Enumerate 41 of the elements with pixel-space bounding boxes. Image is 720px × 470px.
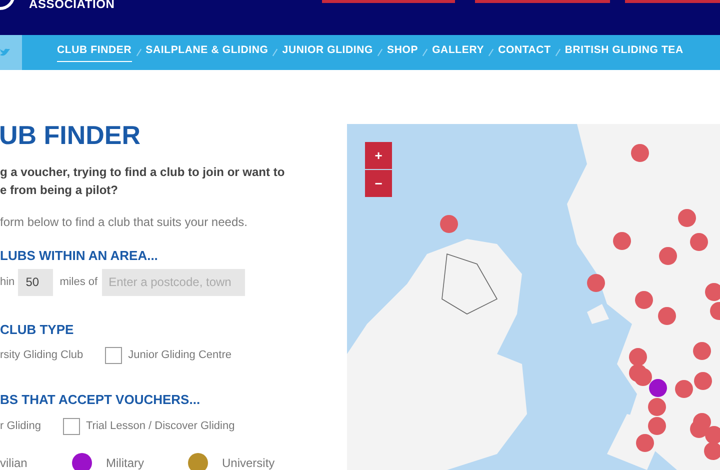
section-heading: BS THAT ACCEPT VOUCHERS...	[0, 391, 202, 409]
option-label[interactable]: r Gliding	[0, 418, 41, 434]
slash-icon	[422, 48, 428, 57]
instruction-text: form below to find a club that suits your needs.	[0, 214, 248, 231]
nav-link[interactable]: SAILPLANE & GLIDING	[146, 42, 268, 62]
option-label[interactable]: Junior Gliding Centre	[128, 347, 232, 364]
zoom-out-button[interactable]: −	[365, 170, 392, 197]
legend-label: vilian	[0, 454, 28, 470]
intro-text: e from being a pilot?	[0, 182, 120, 199]
miles-label: miles of	[60, 274, 98, 290]
postcode-field[interactable]: Enter a postcode, town	[102, 268, 245, 296]
section-heading: LUBS WITHIN AN AREA...	[0, 247, 159, 265]
nav-link[interactable]: SHOP	[387, 42, 418, 62]
section-heading: CLUB TYPE	[0, 320, 75, 338]
nav-link[interactable]: JUNIOR GLIDING	[282, 42, 374, 62]
checkbox[interactable]	[62, 418, 80, 434]
header-tab[interactable]	[625, 0, 720, 3]
within-label: hin	[0, 274, 15, 290]
slash-icon	[488, 48, 494, 57]
slash-icon	[272, 48, 278, 57]
checkbox[interactable]	[105, 347, 122, 364]
slash-icon	[377, 48, 384, 57]
option-label[interactable]: Trial Lesson / Discover Gliding	[86, 418, 235, 434]
nav-link[interactable]: GALLERY	[432, 42, 484, 62]
miles-field[interactable]: 50	[18, 268, 53, 296]
twitter-button[interactable]	[0, 35, 22, 70]
bird-icon	[0, 48, 10, 57]
page-title: UB FINDER	[0, 122, 142, 148]
legend-label: University	[222, 454, 275, 470]
header-tab[interactable]	[475, 0, 610, 3]
intro-text: g a voucher, trying to find a club to join or want to	[0, 164, 286, 181]
slash-icon	[554, 48, 561, 57]
legend-label: Military	[106, 454, 144, 470]
nav-link[interactable]: CLUB FINDER	[57, 42, 132, 62]
header-tab[interactable]	[322, 0, 455, 3]
zoom-in-button[interactable]: +	[365, 142, 392, 169]
map[interactable]: + −	[347, 124, 720, 470]
slash-icon	[136, 48, 142, 57]
option-label[interactable]: rsity Gliding Club	[0, 347, 84, 364]
nav-link[interactable]: CONTACT	[498, 42, 551, 62]
nav-link[interactable]: BRITISH GLIDING TEA	[564, 42, 684, 62]
